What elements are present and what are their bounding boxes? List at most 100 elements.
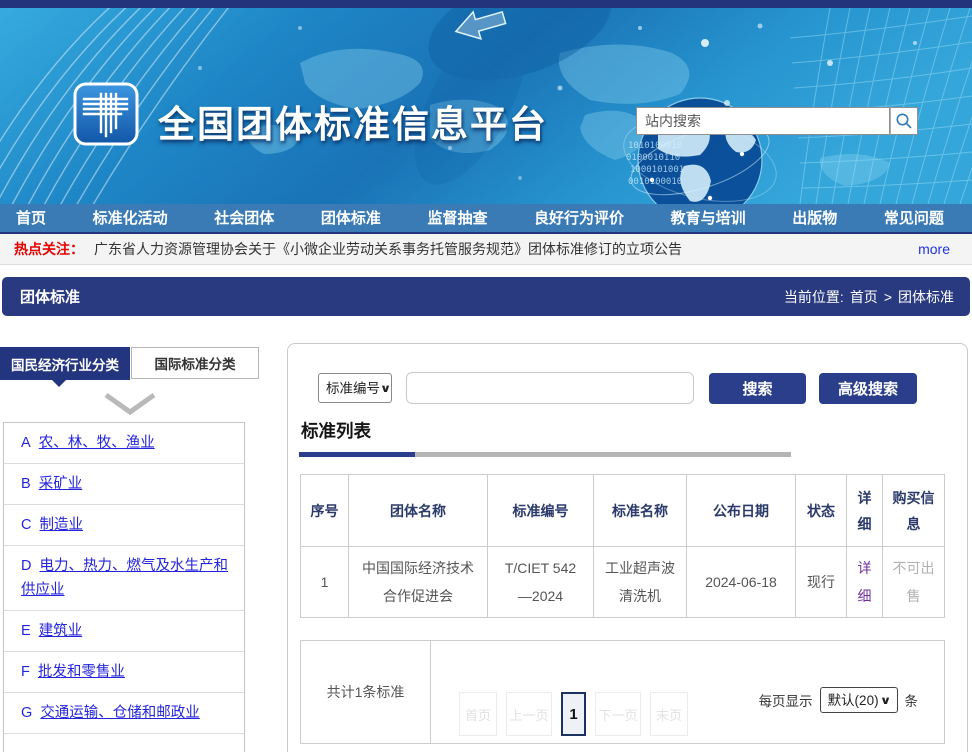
category-label: 批发和零售业 [38, 664, 125, 680]
nav-item-group-standards[interactable]: 团体标准 [321, 207, 381, 228]
page-last-button[interactable]: 末页 [650, 692, 688, 736]
category-item-g[interactable]: G 交通运输、仓储和邮政业 [4, 693, 244, 734]
category-letter: C [21, 517, 31, 533]
category-label: 交通运输、仓储和邮政业 [40, 705, 200, 721]
category-item-c[interactable]: C 制造业 [4, 505, 244, 546]
banner: 1010100010 0100010110 1000101001 001010001… [0, 8, 972, 204]
keyword-input[interactable] [406, 372, 694, 404]
col-publish-date: 公布日期 [687, 475, 796, 547]
section-title-bar: 团体标准 当前位置: 首页 > 团体标准 [2, 277, 970, 316]
hot-topic-link[interactable]: 广东省人力资源管理协会关于《小微企业劳动关系事务托管服务规范》团体标准修订的立项… [94, 239, 682, 259]
breadcrumb: 当前位置: 首页 > 团体标准 [784, 287, 970, 307]
active-tab-pointer [52, 380, 66, 387]
detail-link[interactable]: 详细 [858, 560, 872, 604]
svg-text:1010100010: 1010100010 [628, 141, 682, 151]
table-header-row: 序号 团体名称 标准编号 标准名称 公布日期 状态 详细 购买信息 [301, 475, 945, 547]
standards-table: 序号 团体名称 标准编号 标准名称 公布日期 状态 详细 购买信息 1 中国国际… [300, 474, 945, 618]
chevron-down-icon: ∨ [380, 382, 399, 395]
per-page-dropdown[interactable]: 默认(20) [821, 688, 882, 712]
category-letter: A [21, 435, 31, 451]
search-button[interactable]: 搜索 [709, 373, 806, 404]
table-row: 1 中国国际经济技术合作促进会 T/CIET 542—2024 工业超声波清洗机… [301, 547, 945, 618]
purchase-info: 不可出售 [893, 560, 935, 604]
page-next-button[interactable]: 下一页 [595, 692, 641, 736]
total-count: 共计1条标准 [301, 641, 431, 743]
nav-item-education[interactable]: 教育与培训 [671, 207, 746, 228]
category-label: 农、林、牧、渔业 [39, 435, 155, 451]
nav-item-publications[interactable]: 出版物 [792, 207, 837, 228]
svg-text:0100010110: 0100010110 [626, 153, 680, 163]
table-footer: 共计1条标准 首页 上一页 1 下一页 末页 每页显示 默认(20) ∨ [300, 640, 945, 744]
cell-status: 现行 [796, 547, 847, 618]
per-page-control: 每页显示 默认(20) ∨ 条 [759, 687, 918, 713]
page-first-button[interactable]: 首页 [459, 692, 497, 736]
breadcrumb-label: 当前位置: [784, 287, 844, 307]
category-label: 制造业 [40, 517, 84, 533]
nav-item-supervision[interactable]: 监督抽查 [427, 207, 487, 228]
hot-topic-label: 热点关注： [14, 239, 84, 259]
col-status: 状态 [796, 475, 847, 547]
list-title: 标准列表 [301, 418, 371, 443]
col-purchase-info: 购买信息 [883, 475, 945, 547]
cell-group-name: 中国国际经济技术合作促进会 [349, 547, 488, 618]
page-prev-button[interactable]: 上一页 [506, 692, 552, 736]
cell-standard-no: T/CIET 542—2024 [488, 547, 594, 618]
category-label: 采矿业 [39, 476, 83, 492]
category-item-e[interactable]: E 建筑业 [4, 611, 244, 652]
col-group-name: 团体名称 [349, 475, 488, 547]
more-link[interactable]: more [918, 241, 950, 257]
nav-item-home[interactable]: 首页 [16, 207, 46, 228]
category-letter: E [21, 623, 31, 639]
cell-serial: 1 [301, 547, 349, 618]
search-type-dropdown[interactable]: 标准编号 [319, 374, 382, 402]
page-1-button[interactable]: 1 [561, 692, 586, 736]
per-page-select[interactable]: 默认(20) ∨ [820, 687, 898, 713]
svg-text:0010100010: 0010100010 [628, 177, 682, 187]
col-standard-no: 标准编号 [488, 475, 594, 547]
top-strip [0, 0, 972, 8]
search-icon [895, 112, 913, 130]
site-search-input[interactable] [636, 107, 890, 135]
col-detail: 详细 [847, 475, 883, 547]
main-nav: 首页 标准化活动 社会团体 团体标准 监督抽查 良好行为评价 教育与培训 出版物… [0, 204, 972, 234]
site-search-button[interactable] [890, 107, 918, 135]
chevron-down-icon [103, 392, 157, 416]
nav-item-good-conduct[interactable]: 良好行为评价 [534, 207, 624, 228]
per-page-suffix: 条 [905, 690, 919, 710]
category-item-f[interactable]: F 批发和零售业 [4, 652, 244, 693]
page: 1010100010 0100010110 1000101001 001010001… [0, 0, 972, 752]
category-letter: D [21, 558, 31, 574]
site-search [636, 107, 918, 135]
tab-national-economy-classification[interactable]: 国民经济行业分类 [0, 347, 130, 380]
cell-publish-date: 2024-06-18 [687, 547, 796, 618]
category-item-d[interactable]: D 电力、热力、燃气及水生产和供应业 [4, 546, 244, 611]
search-type-select[interactable]: 标准编号 ∨ [318, 373, 392, 403]
category-item-b[interactable]: B 采矿业 [4, 464, 244, 505]
category-item-a[interactable]: A 农、林、牧、渔业 [4, 423, 244, 464]
breadcrumb-current: 团体标准 [898, 287, 954, 307]
site-title: 全国团体标准信息平台 [158, 94, 548, 148]
list-title-rule [299, 452, 791, 457]
category-letter: G [21, 705, 32, 721]
breadcrumb-home-link[interactable]: 首页 [850, 287, 878, 307]
svg-text:1000101001: 1000101001 [630, 165, 684, 175]
platform-logo [73, 82, 139, 146]
col-serial: 序号 [301, 475, 349, 547]
category-list: A 农、林、牧、渔业 B 采矿业 C 制造业 D 电力、热力、燃气及水生产和供应… [3, 422, 245, 752]
category-label: 电力、热力、燃气及水生产和供应业 [21, 558, 228, 598]
page-title: 团体标准 [2, 286, 80, 307]
pagination: 首页 上一页 1 下一页 末页 [459, 692, 688, 736]
main-content: 标准编号 ∨ 搜索 高级搜索 标准列表 序号 团体名称 标准编号 标准名称 公布… [287, 343, 968, 752]
cell-standard-name: 工业超声波清洗机 [594, 547, 687, 618]
pager-area: 首页 上一页 1 下一页 末页 每页显示 默认(20) ∨ 条 [431, 641, 944, 743]
category-label: 建筑业 [39, 623, 83, 639]
col-standard-name: 标准名称 [594, 475, 687, 547]
nav-item-faq[interactable]: 常见问题 [884, 207, 944, 228]
advanced-search-button[interactable]: 高级搜索 [819, 373, 917, 404]
category-letter: B [21, 476, 31, 492]
per-page-label: 每页显示 [759, 690, 813, 710]
hot-topic-bar: 热点关注： 广东省人力资源管理协会关于《小微企业劳动关系事务托管服务规范》团体标… [0, 234, 972, 265]
nav-item-social-groups[interactable]: 社会团体 [214, 207, 274, 228]
nav-item-standardization-activities[interactable]: 标准化活动 [93, 207, 168, 228]
tab-international-standard-classification[interactable]: 国际标准分类 [131, 347, 259, 379]
